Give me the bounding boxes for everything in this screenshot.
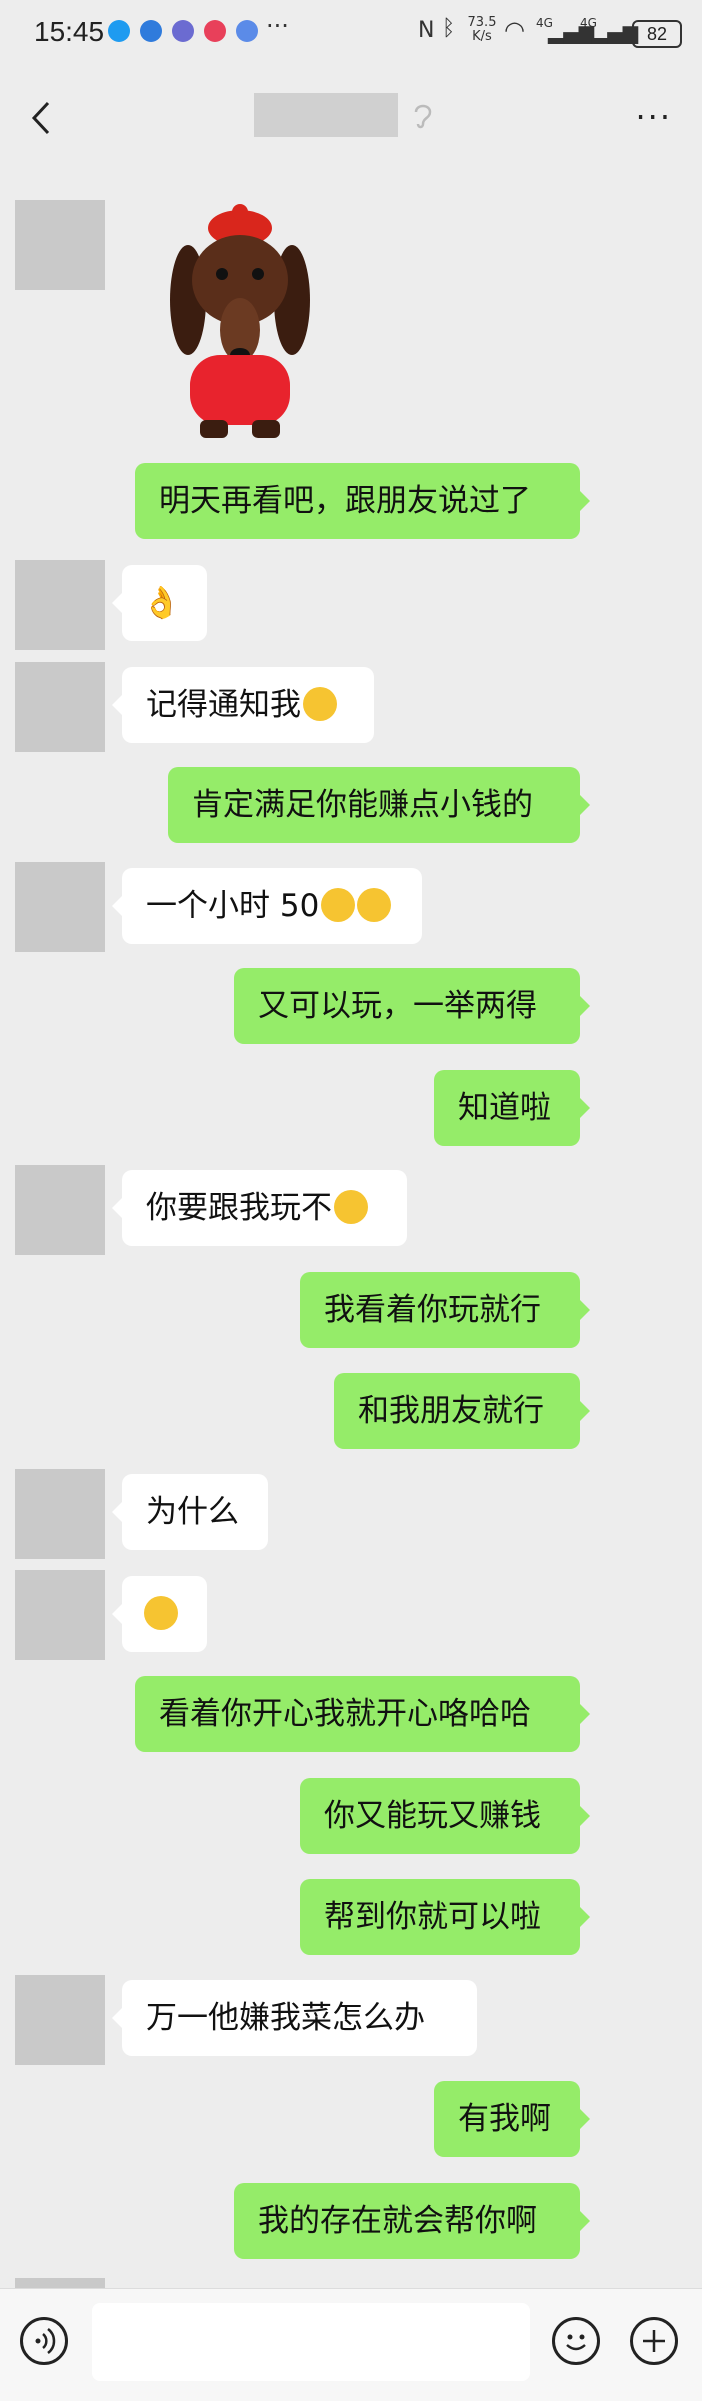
app-notification-icon	[172, 20, 194, 42]
plus-icon	[643, 2330, 665, 2352]
message-bubble-incoming[interactable]: 一个小时 50	[112, 868, 422, 944]
flushed-emoji-icon	[357, 887, 392, 922]
contact-name-redacted	[254, 93, 398, 137]
message-bubble-outgoing[interactable]: 我的存在就会帮你啊	[234, 2183, 590, 2259]
chat-header: ···	[0, 68, 702, 168]
message-bubble-outgoing[interactable]: 和我朋友就行	[334, 1373, 590, 1449]
message-bubble-outgoing[interactable]: 肯定满足你能赚点小钱的	[168, 767, 590, 843]
network-speed: 73.5 K/s	[467, 15, 497, 44]
message-bubble-outgoing[interactable]: 明天再看吧，跟朋友说过了	[135, 463, 590, 539]
contact-avatar[interactable]	[15, 1570, 105, 1660]
message-text: 一个小时 50	[146, 888, 320, 924]
app-notification-icon	[204, 20, 226, 42]
battery-indicator: 82	[632, 20, 682, 48]
grin-emoji-icon	[334, 1189, 368, 1224]
message-bubble-incoming[interactable]: 为什么	[112, 1474, 268, 1550]
smile-emoji-icon	[303, 686, 337, 721]
contact-avatar[interactable]	[15, 560, 105, 650]
message-bubble-outgoing[interactable]: 看着你开心我就开心咯哈哈	[135, 1676, 590, 1752]
status-bar: 15:45 ··· N ᛒ 73.5 K/s ◠ 4G ▂▄▆ 4G ▂▄▆ 8…	[0, 0, 702, 68]
message-bubble-incoming[interactable]: 记得通知我	[112, 667, 374, 743]
message-bubble-outgoing[interactable]: 你又能玩又赚钱	[300, 1778, 590, 1854]
app-notification-icon	[236, 20, 258, 42]
emoji-icon	[566, 2334, 586, 2351]
contact-avatar[interactable]	[15, 1975, 105, 2065]
contact-avatar[interactable]	[15, 1165, 105, 1255]
message-bubble-outgoing[interactable]: 有我啊	[434, 2081, 590, 2157]
voice-input-button[interactable]	[20, 2317, 68, 2365]
message-bubble-outgoing[interactable]: 知道啦	[434, 1070, 590, 1146]
contact-avatar[interactable]	[15, 862, 105, 952]
contact-avatar[interactable]	[15, 200, 105, 290]
contact-avatar[interactable]	[15, 1469, 105, 1559]
nfc-icon: N	[418, 18, 435, 43]
message-bubble-incoming[interactable]	[112, 1576, 207, 1652]
bluetooth-icon: ᛒ	[442, 16, 456, 41]
more-notifications-icon: ···	[266, 12, 289, 40]
back-button[interactable]	[28, 98, 58, 138]
contact-avatar[interactable]	[15, 662, 105, 752]
chat-input-bar	[0, 2288, 702, 2401]
message-bubble-incoming[interactable]: 万一他嫌我菜怎么办	[112, 1980, 477, 2056]
flushed-emoji-icon	[321, 887, 356, 922]
voice-icon	[35, 2328, 56, 2354]
message-text: 你要跟我玩不	[146, 1190, 332, 1226]
message-input[interactable]	[92, 2303, 530, 2381]
message-bubble-outgoing[interactable]: 又可以玩，一举两得	[234, 968, 590, 1044]
message-bubble-incoming[interactable]: 你要跟我玩不	[112, 1170, 407, 1246]
app-notification-icon	[108, 20, 130, 42]
emoji-button[interactable]	[552, 2317, 600, 2365]
wifi-icon: ◠	[504, 16, 525, 44]
more-functions-button[interactable]	[630, 2317, 678, 2365]
message-bubble-incoming[interactable]: 👌	[112, 565, 207, 641]
more-options-button[interactable]: ···	[635, 98, 672, 136]
status-time: 15:45	[34, 16, 105, 47]
message-text: 记得通知我	[146, 687, 301, 723]
app-notification-icon	[140, 20, 162, 42]
message-bubble-outgoing[interactable]: 帮到你就可以啦	[300, 1879, 590, 1955]
hand-over-mouth-emoji-icon	[144, 1595, 178, 1630]
dachshund-in-red-jacket-sticker[interactable]	[150, 200, 330, 450]
earpiece-mode-icon	[414, 104, 432, 129]
message-bubble-outgoing[interactable]: 我看着你玩就行	[300, 1272, 590, 1348]
contact-avatar[interactable]	[15, 2278, 105, 2288]
